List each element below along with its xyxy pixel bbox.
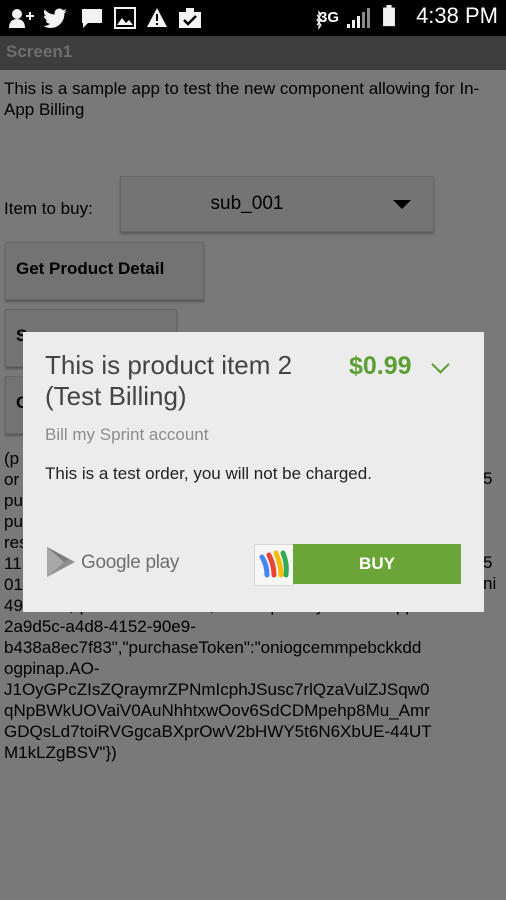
wallet-logo-icon	[259, 550, 289, 578]
warning-icon	[147, 8, 167, 27]
chevron-down-icon[interactable]	[431, 355, 450, 374]
product-price[interactable]: $0.99	[349, 352, 412, 381]
google-play-wordmark: Google play	[81, 552, 180, 573]
clock: 4:38 PM	[416, 3, 498, 28]
purchase-dialog: This is product item 2 (Test Billing) $0…	[23, 332, 484, 612]
google-play-logo: Google play	[45, 545, 205, 581]
app-screen: Screen1 This is a sample app to test the…	[0, 36, 506, 900]
test-order-note: This is a test order, you will not be ch…	[45, 464, 372, 483]
twitter-icon	[44, 8, 67, 28]
google-play-icon	[47, 547, 75, 577]
buy-button-label: BUY	[359, 554, 395, 573]
network-type: 3G	[319, 9, 340, 26]
billing-method[interactable]: Bill my Sprint account	[45, 425, 208, 445]
clipboard-check-icon	[179, 8, 201, 28]
add-contact-icon	[9, 9, 34, 28]
buy-button[interactable]: BUY	[293, 544, 461, 584]
status-bar: 3G 4:38 PM	[0, 0, 506, 36]
signal-icon	[347, 8, 370, 28]
message-icon	[82, 9, 102, 28]
product-title: This is product item 2 (Test Billing)	[45, 350, 293, 411]
battery-icon	[383, 5, 395, 27]
google-wallet-icon	[254, 544, 294, 586]
gallery-icon	[114, 7, 136, 29]
